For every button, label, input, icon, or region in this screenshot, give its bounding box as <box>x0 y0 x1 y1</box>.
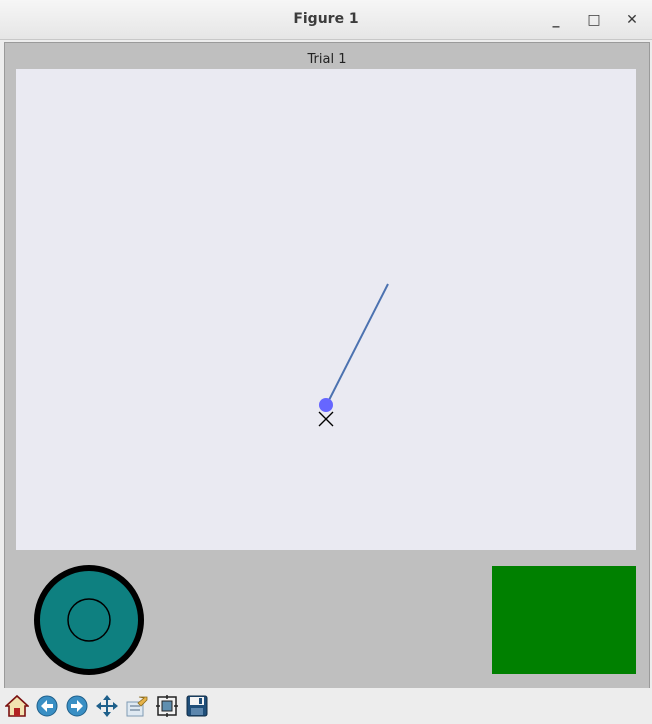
status-indicator <box>492 566 636 674</box>
forward-button[interactable] <box>64 692 90 720</box>
minimize-button[interactable]: _ <box>546 10 566 30</box>
joystick-widget[interactable] <box>33 564 145 676</box>
cursor-point <box>319 398 333 412</box>
figure-canvas: Trial 1 <box>4 42 650 689</box>
pan-button[interactable] <box>94 692 120 720</box>
save-floppy-icon <box>186 695 208 717</box>
configure-subplots-button[interactable] <box>154 692 180 720</box>
save-button[interactable] <box>184 692 210 720</box>
zoom-rect-icon <box>126 696 148 717</box>
plot-svg <box>318 283 389 427</box>
home-button[interactable] <box>4 692 30 720</box>
maximize-button[interactable]: □ <box>584 10 604 30</box>
target-x-marker <box>318 411 334 427</box>
home-icon <box>5 694 29 717</box>
trajectory-line <box>325 283 389 407</box>
navigation-toolbar <box>0 688 652 724</box>
plot-axes <box>16 69 636 550</box>
forward-arrow-icon <box>66 695 88 717</box>
back-arrow-icon <box>36 695 58 717</box>
close-button[interactable]: ✕ <box>622 10 642 30</box>
joystick-outer-ring <box>34 565 144 675</box>
configure-subplots-icon <box>156 695 178 717</box>
zoom-button[interactable] <box>124 692 150 720</box>
window-titlebar: Figure 1 _ □ ✕ <box>0 0 652 40</box>
axes-title: Trial 1 <box>307 52 347 67</box>
back-button[interactable] <box>34 692 60 720</box>
pan-move-icon <box>96 695 118 717</box>
